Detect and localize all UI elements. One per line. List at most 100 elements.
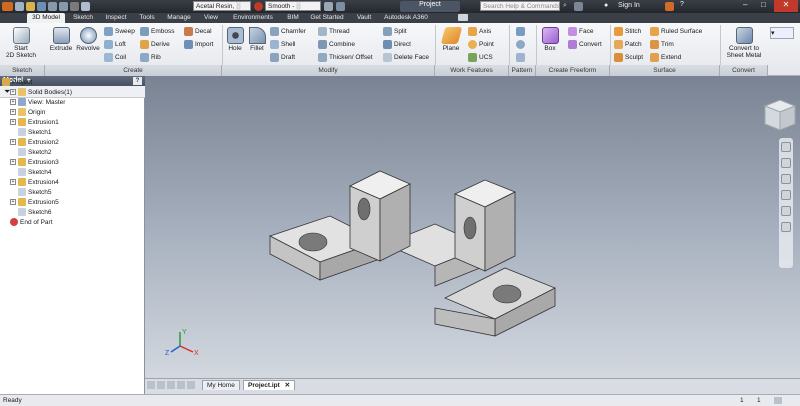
tree-node[interactable]: + Origin <box>10 107 45 117</box>
view-face-icon[interactable] <box>781 222 791 232</box>
tree-node[interactable]: Sketch5 <box>18 187 52 197</box>
ribbon-options-button[interactable]: ▾ <box>770 27 794 39</box>
update-icon[interactable] <box>81 2 90 11</box>
tile-icon[interactable] <box>147 381 155 389</box>
appearance-dropdown[interactable]: Smooth - ░ <box>265 1 321 11</box>
rectangular-pattern-button[interactable] <box>516 27 525 36</box>
part-model[interactable]: X Y Z <box>145 76 800 378</box>
expand-icon[interactable]: + <box>10 99 16 105</box>
extrude-button[interactable]: Extrude <box>49 27 73 52</box>
search-icon[interactable]: ⌕ <box>563 2 567 10</box>
plane-button[interactable]: Plane <box>440 27 462 52</box>
tree-node[interactable]: + Extrusion4 <box>10 177 59 187</box>
tree-node[interactable]: + Solid Bodies(1) <box>10 87 72 97</box>
material-dropdown[interactable]: Acetal Resin, ░ <box>193 1 251 11</box>
tab-view[interactable]: View <box>198 13 224 23</box>
tree-node[interactable]: Sketch6 <box>18 207 52 217</box>
chamfer-button[interactable]: Chamfer <box>270 27 306 36</box>
ucs-button[interactable]: UCS <box>468 53 493 62</box>
tab-project-ipt[interactable]: Project.ipt ✕ <box>243 380 296 390</box>
stitch-button[interactable]: Stitch <box>614 27 641 36</box>
derive-button[interactable]: Derive <box>140 40 170 49</box>
select-icon[interactable] <box>70 2 79 11</box>
trim-button[interactable]: Trim <box>650 40 674 49</box>
close-button[interactable]: ✕ <box>774 0 798 12</box>
point-button[interactable]: Point <box>468 40 494 49</box>
mirror-button[interactable] <box>516 53 525 62</box>
decal-button[interactable]: Decal <box>184 27 212 36</box>
switch-icon[interactable] <box>177 381 185 389</box>
tree-node[interactable]: Sketch4 <box>18 167 52 177</box>
circular-pattern-button[interactable] <box>516 40 525 49</box>
new-icon[interactable] <box>15 2 24 11</box>
tab-tools[interactable]: Tools <box>134 13 160 23</box>
convert-freeform-button[interactable]: Convert <box>568 40 602 49</box>
tab-sketch[interactable]: Sketch <box>68 13 98 23</box>
tree-node[interactable]: Sketch2 <box>18 147 52 157</box>
import-button[interactable]: Import <box>184 40 213 49</box>
expand-icon[interactable]: + <box>10 199 16 205</box>
ruled-surface-button[interactable]: Ruled Surface <box>650 27 702 36</box>
sweep-button[interactable]: Sweep <box>104 27 135 36</box>
window-list-icon[interactable] <box>187 381 195 389</box>
open-icon[interactable] <box>26 2 35 11</box>
delete-face-button[interactable]: Delete Face <box>383 53 429 62</box>
maximize-button[interactable]: □ <box>761 0 766 9</box>
tab-get-started[interactable]: Get Started <box>306 13 348 23</box>
look-at-icon[interactable] <box>781 206 791 216</box>
split-button[interactable]: Split <box>383 27 407 36</box>
tab-3d-model[interactable]: 3D Model <box>27 13 65 23</box>
tree-node[interactable]: Sketch1 <box>18 127 52 137</box>
tree-node[interactable]: + Extrusion5 <box>10 197 59 207</box>
cascade-icon[interactable] <box>157 381 165 389</box>
expand-icon[interactable]: + <box>10 89 16 95</box>
tab-manage[interactable]: Manage <box>162 13 196 23</box>
axis-button[interactable]: Axis <box>468 27 491 36</box>
fillet-button[interactable]: Fillet <box>247 27 267 52</box>
tree-node[interactable]: End of Part <box>10 217 53 227</box>
sign-in-link[interactable]: Sign In <box>618 2 640 9</box>
expand-icon[interactable]: + <box>10 179 16 185</box>
arrange-icon[interactable] <box>167 381 175 389</box>
emboss-button[interactable]: Emboss <box>140 27 174 36</box>
tab-bim[interactable]: BIM <box>282 13 304 23</box>
save-icon[interactable] <box>37 2 46 11</box>
browser-help-button[interactable]: ? <box>133 77 142 85</box>
tab-autodesk-a360[interactable]: Autodesk A360 <box>380 13 432 23</box>
face-button[interactable]: Face <box>568 27 593 36</box>
pan-icon[interactable] <box>781 158 791 168</box>
box-button[interactable]: Box <box>540 27 560 52</box>
ribbon-toggle-icon[interactable] <box>458 14 468 21</box>
fx-icon[interactable] <box>336 2 345 11</box>
tree-node[interactable]: + View: Master <box>10 97 65 107</box>
sculpt-button[interactable]: Sculpt <box>614 53 643 62</box>
loft-button[interactable]: Loft <box>104 40 126 49</box>
tree-node[interactable]: + Extrusion2 <box>10 137 59 147</box>
tab-environments[interactable]: Environments <box>226 13 280 23</box>
search-input[interactable]: Search Help & Commands... <box>480 1 560 11</box>
combine-button[interactable]: Combine <box>318 40 355 49</box>
patch-button[interactable]: Patch <box>614 40 642 49</box>
app-menu-icon[interactable] <box>2 2 13 11</box>
coil-button[interactable]: Coil <box>104 53 126 62</box>
close-tab-icon[interactable]: ✕ <box>285 382 290 389</box>
convert-to-sheet-metal-button[interactable]: Convert to Sheet Metal <box>724 27 764 59</box>
cart-icon[interactable] <box>574 2 583 11</box>
expand-icon[interactable]: + <box>10 119 16 125</box>
expand-icon[interactable]: + <box>10 159 16 165</box>
tab-my-home[interactable]: My Home <box>202 380 240 390</box>
minimize-button[interactable]: – <box>743 0 747 9</box>
expand-icon[interactable]: + <box>10 139 16 145</box>
extend-button[interactable]: Extend <box>650 53 681 62</box>
start-2d-sketch-button[interactable]: Start 2D Sketch <box>6 27 36 59</box>
tree-node[interactable]: + Extrusion1 <box>10 117 59 127</box>
hole-button[interactable]: Hole <box>226 27 244 52</box>
expand-icon[interactable]: + <box>10 109 16 115</box>
autodesk-icon[interactable] <box>665 2 674 11</box>
tab-inspect[interactable]: Inspect <box>100 13 132 23</box>
shell-button[interactable]: Shell <box>270 40 295 49</box>
zoom-icon[interactable] <box>781 174 791 184</box>
revolve-button[interactable]: Revolve <box>75 27 101 52</box>
direct-button[interactable]: Direct <box>383 40 411 49</box>
tree-node[interactable]: Project <box>2 77 32 87</box>
